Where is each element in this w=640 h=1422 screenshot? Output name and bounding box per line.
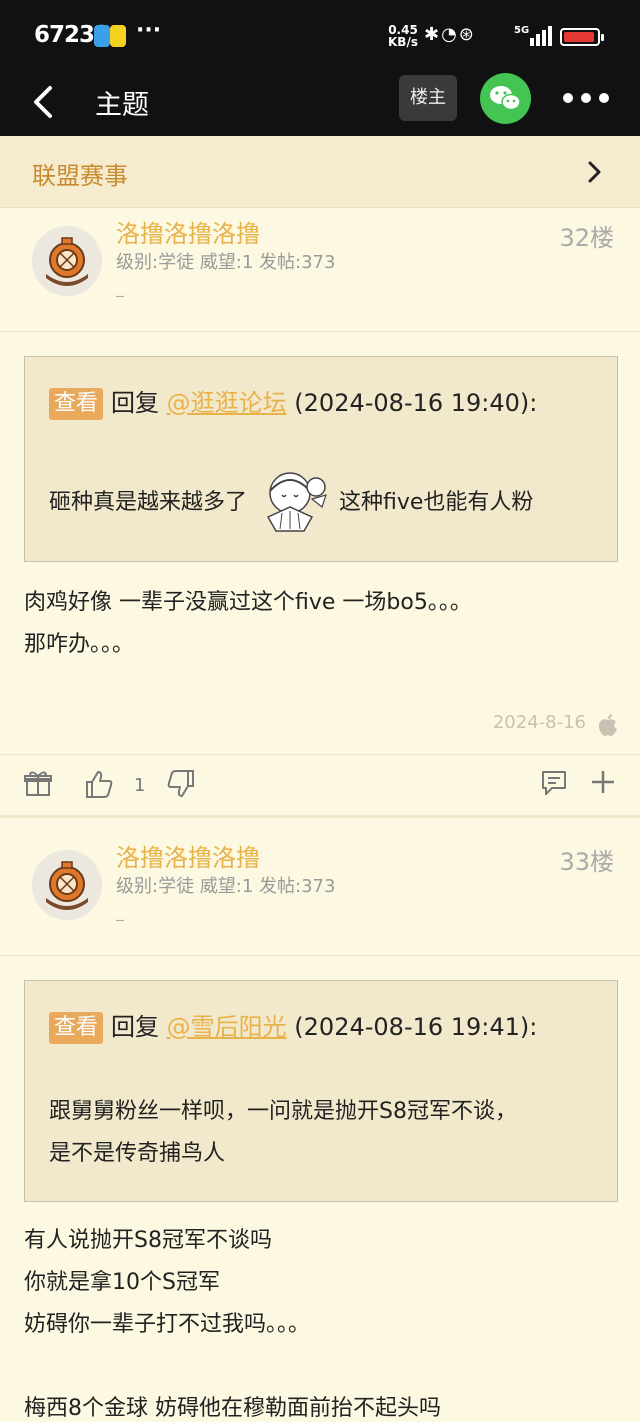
- post-floor-33: 洛撸洛撸洛撸 级别:学徒 威望:1 发帖:373 _ 33楼 查看 回复 @雪后阳…: [0, 832, 640, 1422]
- avatar[interactable]: [32, 226, 102, 296]
- floor-number: 32楼: [559, 224, 614, 252]
- more-options-icon[interactable]: [560, 90, 612, 106]
- post-action-bar: 1: [0, 754, 640, 818]
- more-notifications-icon: ···: [136, 18, 162, 43]
- quote-block: 查看 回复 @雪后阳光 (2024-08-16 19:41): 跟舅舅粉丝一样呗，…: [24, 980, 618, 1202]
- network-speed: 0.45 KB/s: [388, 23, 418, 49]
- quote-text: 跟舅舅粉丝一样呗，一问就是抛开S8冠军不谈， 是不是传奇捕鸟人: [49, 1099, 517, 1166]
- owner-only-button[interactable]: 楼主: [399, 75, 457, 121]
- bluetooth-wifi-icons: ✱◔⊛: [424, 24, 476, 45]
- user-meta: 级别:学徒 威望:1 发帖:373: [116, 252, 336, 273]
- quote-header: 查看 回复 @逛逛论坛 (2024-08-16 19:40):: [49, 383, 537, 420]
- avatar-helmet-icon: [32, 226, 102, 296]
- comment-icon[interactable]: [540, 769, 568, 797]
- back-arrow-icon[interactable]: [30, 82, 60, 122]
- gift-icon[interactable]: [24, 769, 52, 797]
- post-body: 有人说抛开S8冠军不谈吗 你就是拿10个S冠军 妨碍你一辈子打不过我吗。。。 梅…: [24, 1228, 441, 1421]
- wechat-icon: [490, 86, 521, 111]
- post-header: 洛撸洛撸洛撸 级别:学徒 威望:1 发帖:373 _ 32楼: [0, 208, 640, 332]
- avatar-helmet-icon: [32, 850, 102, 920]
- view-quote-button[interactable]: 查看: [49, 388, 104, 420]
- post-header: 洛撸洛撸洛撸 级别:学徒 威望:1 发帖:373 _ 33楼: [0, 832, 640, 956]
- post-floor-32: 洛撸洛撸洛撸 级别:学徒 威望:1 发帖:373 _ 32楼 查看 回复 @逛逛论…: [0, 208, 640, 818]
- thumbs-up-icon[interactable]: [84, 769, 114, 799]
- view-quote-button[interactable]: 查看: [49, 1012, 104, 1044]
- post-date: 2024-8-16: [492, 712, 586, 733]
- quote-text: 砸种真是越来越多了 这种five也能有人粉: [49, 465, 533, 535]
- username[interactable]: 洛撸洛撸洛撸: [116, 838, 260, 873]
- battery-icon: [560, 28, 604, 46]
- avatar[interactable]: [32, 850, 102, 920]
- app-notification-icon-2: [110, 25, 126, 47]
- user-meta: 级别:学徒 威望:1 发帖:373: [116, 876, 336, 897]
- app-notification-icon: [94, 25, 110, 47]
- user-signature: _: [116, 902, 124, 921]
- page-title: 主题: [95, 90, 149, 121]
- quote-header: 查看 回复 @雪后阳光 (2024-08-16 19:41):: [49, 1007, 537, 1044]
- username[interactable]: 洛撸洛撸洛撸: [116, 214, 260, 249]
- post-body: 肉鸡好像 一辈子没赢过这个five 一场bo5。。。 那咋办。。。: [24, 590, 472, 657]
- section-label: 联盟赛事: [32, 162, 128, 190]
- quote-block: 查看 回复 @逛逛论坛 (2024-08-16 19:40): 砸种真是越来越多了…: [24, 356, 618, 562]
- plus-icon[interactable]: [590, 769, 616, 795]
- forum-section-link[interactable]: 联盟赛事: [0, 136, 640, 208]
- quoted-user-link[interactable]: @逛逛论坛: [167, 389, 287, 417]
- like-count: 1: [134, 775, 146, 796]
- floor-number: 33楼: [559, 848, 614, 876]
- thumbs-down-icon[interactable]: [166, 769, 196, 799]
- apple-device-icon: [599, 714, 617, 736]
- wechat-share-button[interactable]: [480, 73, 531, 124]
- chevron-right-icon: [588, 161, 601, 183]
- user-signature: _: [116, 278, 124, 297]
- status-bar: 67233 ··· 0.45 KB/s ✱◔⊛ 5G: [0, 0, 640, 70]
- quote-time: (2024-08-16 19:41):: [294, 1013, 538, 1041]
- quote-time: (2024-08-16 19:40):: [294, 389, 538, 417]
- top-navigation-bar: 主题 楼主: [0, 70, 640, 136]
- quoted-user-link[interactable]: @雪后阳光: [167, 1013, 287, 1041]
- svg-text:5G: 5G: [514, 25, 529, 36]
- cartoon-girl-emoji-icon: [266, 472, 327, 532]
- signal-icon: 5G: [514, 25, 552, 46]
